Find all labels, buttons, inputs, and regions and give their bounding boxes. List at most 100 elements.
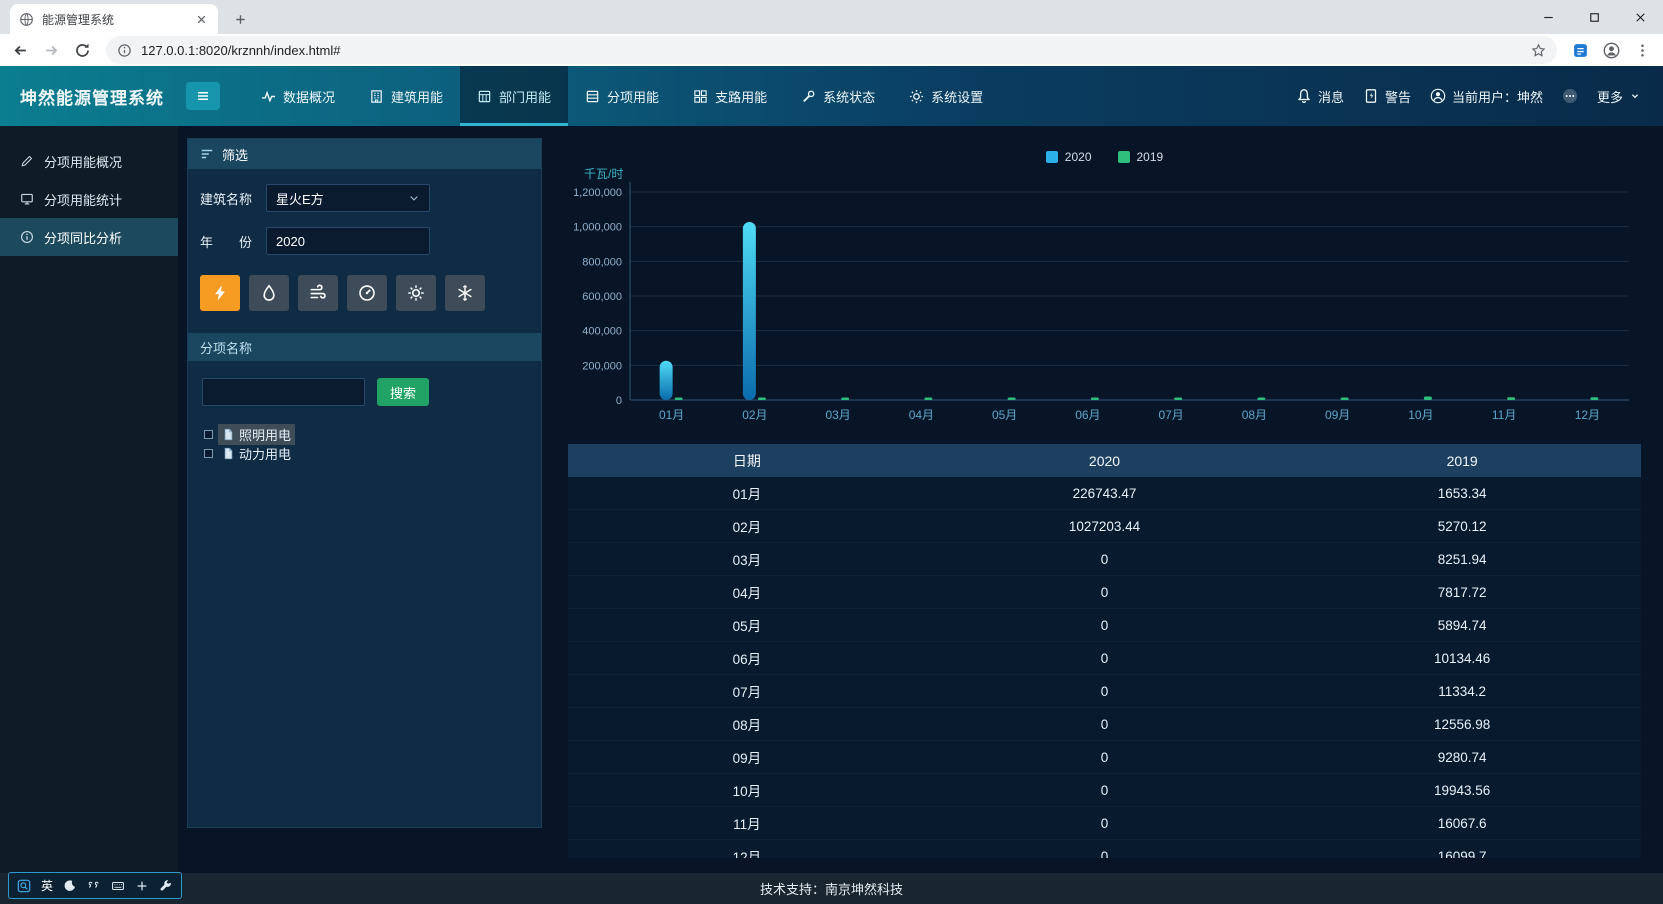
- subitem-tree: 照明用电动力用电: [204, 426, 541, 462]
- ime-keyboard-icon[interactable]: [111, 879, 125, 893]
- plus-icon: [233, 12, 248, 27]
- content-area: 筛选 建筑名称 星火E方 年 份 2020 分项名: [178, 126, 1663, 873]
- more-label: 更多: [1597, 87, 1623, 106]
- building-select[interactable]: 星火E方: [266, 184, 430, 212]
- menu-toggle-button[interactable]: [186, 82, 220, 110]
- sidebar-item-0[interactable]: 分项用能概况: [0, 142, 178, 180]
- new-tab-button[interactable]: [227, 6, 253, 32]
- tree-row-1: 动力用电: [204, 445, 541, 462]
- table-row-4: 05月05894.74: [568, 609, 1641, 642]
- more-button[interactable]: 更多: [1597, 87, 1641, 106]
- url-bar[interactable]: 127.0.0.1:8020/krznnh/index.html#: [106, 36, 1557, 64]
- alerts-label: 警告: [1385, 87, 1411, 106]
- nav-item-0[interactable]: 数据概况: [244, 66, 352, 126]
- sidebar-item-2[interactable]: 分项同比分析: [0, 218, 178, 256]
- svg-text:03月: 03月: [825, 408, 850, 422]
- nav-item-1[interactable]: 建筑用能: [352, 66, 460, 126]
- chart-plot: 0200,000400,000600,000800,0001,000,0001,…: [568, 168, 1641, 435]
- energy-electricity-button[interactable]: [200, 275, 240, 311]
- energy-heat-button[interactable]: [347, 275, 387, 311]
- ime-plus-icon[interactable]: [135, 879, 149, 893]
- doc-icon: [222, 428, 235, 441]
- table-row-8: 09月09280.74: [568, 741, 1641, 774]
- ime-logo-icon[interactable]: [17, 879, 31, 893]
- year-label: 年 份: [200, 232, 266, 251]
- window-maximize-button[interactable]: [1571, 0, 1617, 34]
- svg-text:0: 0: [616, 395, 622, 407]
- legend-item[interactable]: 2019: [1118, 150, 1164, 164]
- tab-close-icon[interactable]: [194, 12, 209, 27]
- table-row-5: 06月010134.46: [568, 642, 1641, 675]
- table-cell: 0: [926, 576, 1284, 608]
- current-user[interactable]: 当前用户：坤然: [1430, 87, 1543, 106]
- window-close-button[interactable]: [1617, 0, 1663, 34]
- url-text[interactable]: 127.0.0.1:8020/krznnh/index.html#: [141, 43, 1522, 58]
- table-row-9: 10月019943.56: [568, 774, 1641, 807]
- tree-expander[interactable]: [204, 430, 213, 439]
- year-input[interactable]: 2020: [266, 227, 430, 255]
- legend-item[interactable]: 2020: [1046, 150, 1092, 164]
- forward-arrow-icon: [43, 42, 60, 59]
- page-info-icon[interactable]: [117, 43, 132, 58]
- alerts-button[interactable]: 警告: [1363, 87, 1411, 106]
- nav-item-3[interactable]: 分项用能: [568, 66, 676, 126]
- tree-node-1[interactable]: 动力用电: [218, 443, 295, 464]
- window-controls: [1525, 0, 1663, 34]
- gauge-icon: [358, 284, 376, 302]
- ime-settings-wrench-icon[interactable]: [159, 879, 173, 893]
- nav-item-6[interactable]: 系统设置: [892, 66, 1000, 126]
- subitem-header-label: 分项名称: [200, 338, 252, 357]
- bookmark-star-icon[interactable]: [1531, 43, 1546, 58]
- tree-expander[interactable]: [204, 449, 213, 458]
- filter-header: 筛选: [188, 139, 541, 169]
- table-row-1: 02月1027203.445270.12: [568, 510, 1641, 543]
- forward-button[interactable]: [38, 37, 65, 64]
- tree-node-label: 动力用电: [239, 444, 291, 463]
- subitem-icon: [585, 89, 600, 104]
- table-cell: 12月: [568, 840, 926, 858]
- more-dots-button[interactable]: [1562, 88, 1578, 104]
- building-select-value: 星火E方: [276, 189, 324, 208]
- tree-row-0: 照明用电: [204, 426, 541, 443]
- gear-icon: [909, 89, 924, 104]
- table-cell: 05月: [568, 609, 926, 641]
- svg-text:12月: 12月: [1575, 408, 1600, 422]
- nav-item-4[interactable]: 支路用能: [676, 66, 784, 126]
- sidebar-item-1[interactable]: 分项用能统计: [0, 180, 178, 218]
- subitem-search-input[interactable]: [202, 378, 365, 406]
- refresh-button[interactable]: [69, 37, 96, 64]
- window-minimize-button[interactable]: [1525, 0, 1571, 34]
- browser-profile-button[interactable]: [1598, 37, 1625, 64]
- ime-language-toggle[interactable]: 英: [41, 877, 53, 894]
- table-cell: 0: [926, 543, 1284, 575]
- table-row-7: 08月012556.98: [568, 708, 1641, 741]
- extension-button[interactable]: [1567, 37, 1594, 64]
- table-cell: 0: [926, 708, 1284, 740]
- table-cell: 0: [926, 741, 1284, 773]
- ime-punctuation-icon[interactable]: [87, 879, 101, 893]
- legend-swatch: [1046, 151, 1058, 163]
- svg-text:09月: 09月: [1325, 408, 1350, 422]
- search-button[interactable]: 搜索: [377, 378, 429, 406]
- tree-node-0[interactable]: 照明用电: [218, 424, 295, 445]
- browser-menu-button[interactable]: [1629, 37, 1656, 64]
- back-button[interactable]: [7, 37, 34, 64]
- table-row-0: 01月226743.471653.34: [568, 477, 1641, 510]
- energy-cooling-button[interactable]: [445, 275, 485, 311]
- department-icon: [477, 89, 492, 104]
- table-cell: 1653.34: [1283, 477, 1641, 509]
- nav-item-2[interactable]: 部门用能: [460, 66, 568, 126]
- energy-gas-button[interactable]: [298, 275, 338, 311]
- svg-text:01月: 01月: [659, 408, 684, 422]
- profile-avatar-icon: [1603, 42, 1620, 59]
- table-cell: 09月: [568, 741, 926, 773]
- messages-button[interactable]: 消息: [1296, 87, 1344, 106]
- ime-fullwidth-moon-icon[interactable]: [63, 879, 77, 893]
- nav-item-5[interactable]: 系统状态: [784, 66, 892, 126]
- legend-swatch: [1118, 151, 1130, 163]
- browser-tab[interactable]: 能源管理系统: [10, 4, 218, 34]
- user-avatar-icon: [1430, 88, 1446, 104]
- building-icon: [369, 89, 384, 104]
- energy-water-button[interactable]: [249, 275, 289, 311]
- energy-solar-button[interactable]: [396, 275, 436, 311]
